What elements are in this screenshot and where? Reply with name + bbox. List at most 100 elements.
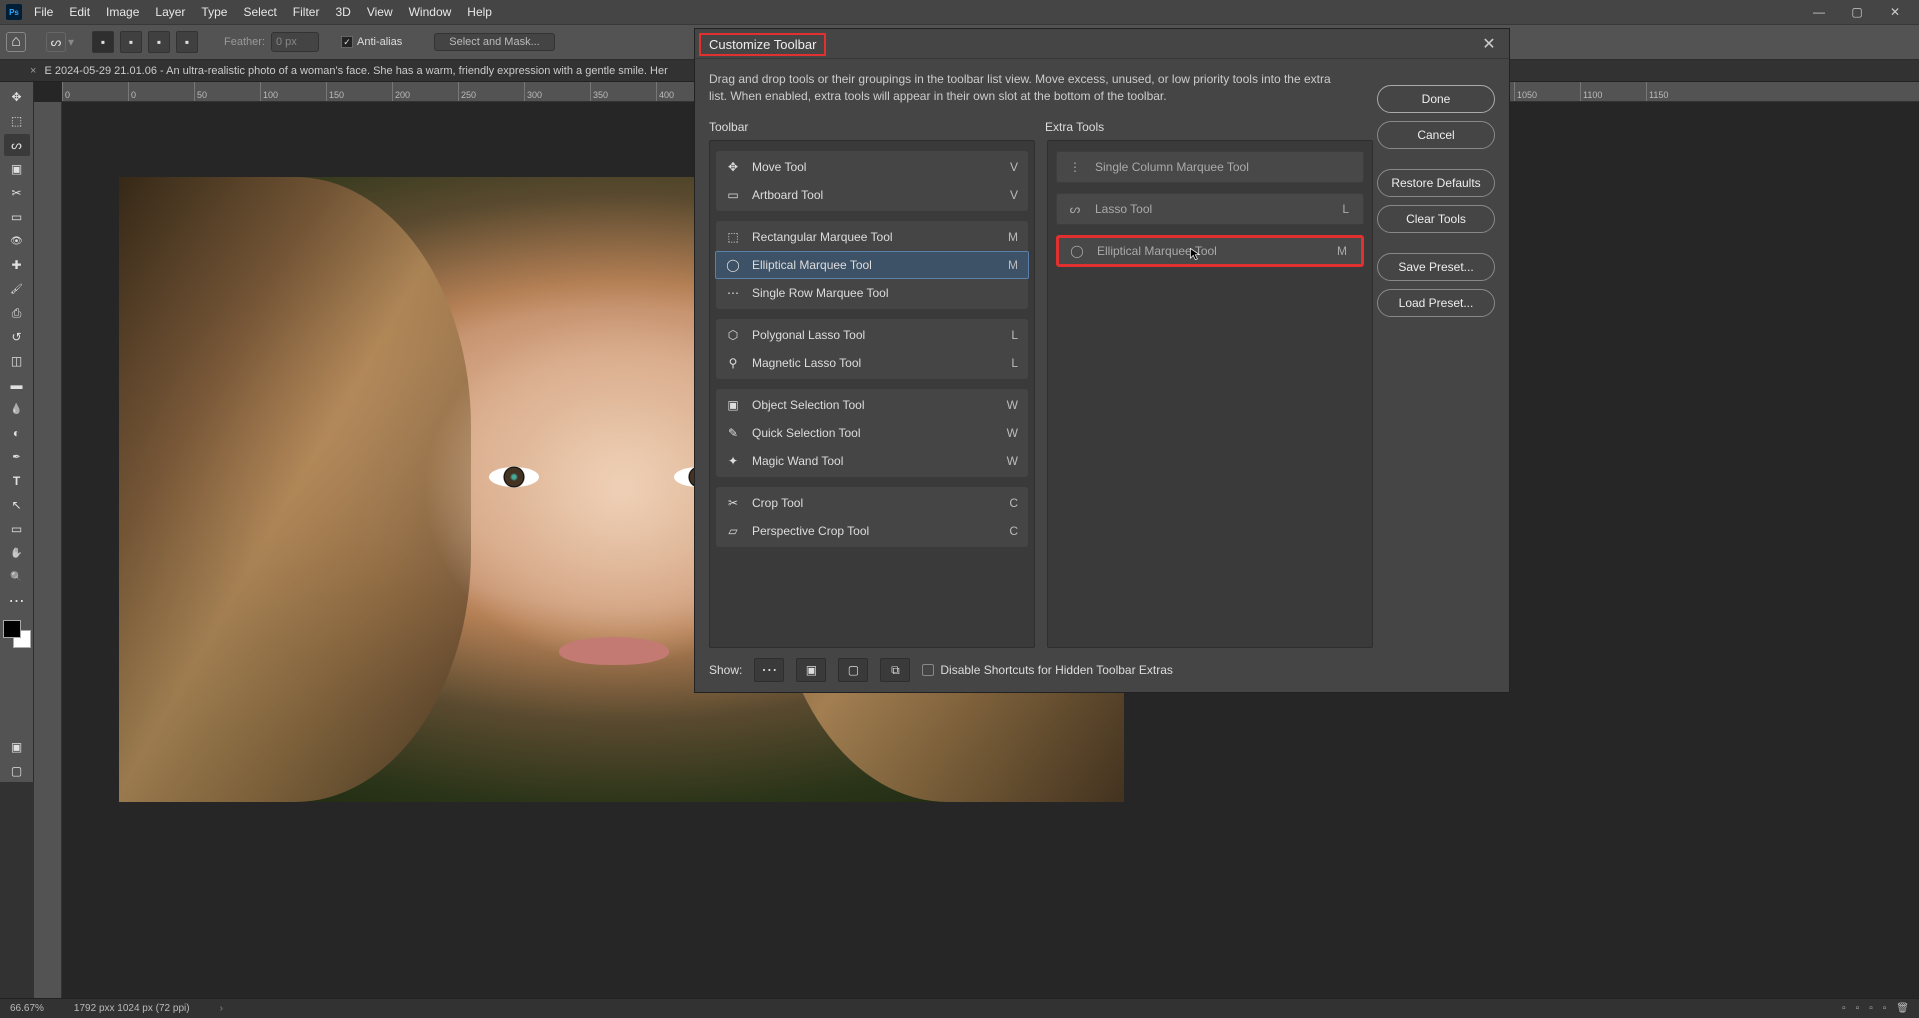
- ellm-icon: [724, 256, 742, 274]
- show-screenmode-button[interactable]: ▢: [838, 658, 868, 682]
- tool-heal[interactable]: ✚: [4, 254, 30, 276]
- status-icon[interactable]: ▫: [1842, 1003, 1846, 1014]
- menu-window[interactable]: Window: [401, 0, 460, 24]
- screen-mode-button[interactable]: ▢: [4, 760, 30, 782]
- menu-3d[interactable]: 3D: [327, 0, 358, 24]
- tool-row-crop-tool[interactable]: Crop ToolC: [716, 489, 1028, 517]
- tool-stamp[interactable]: [4, 302, 30, 324]
- toolbar-list[interactable]: Move ToolVArtboard ToolV Rectangular Marq…: [709, 140, 1035, 648]
- tool-label: Quick Selection Tool: [752, 426, 997, 440]
- tool-edit-toolbar[interactable]: [4, 590, 30, 612]
- done-button[interactable]: Done: [1377, 85, 1495, 113]
- tool-row-single-row-marquee-tool[interactable]: Single Row Marquee Tool: [716, 279, 1028, 307]
- menu-layer[interactable]: Layer: [147, 0, 193, 24]
- selection-add-button[interactable]: ▪: [120, 31, 142, 53]
- tool-move[interactable]: [4, 86, 30, 108]
- tool-eyedropper[interactable]: [4, 230, 30, 252]
- status-icon[interactable]: ▫: [1856, 1003, 1860, 1014]
- selection-subtract-button[interactable]: ▪: [148, 31, 170, 53]
- tab-close-icon[interactable]: ×: [30, 65, 36, 77]
- color-swatch[interactable]: [3, 620, 31, 648]
- tool-lasso[interactable]: [4, 134, 30, 156]
- doc-info[interactable]: 1792 pxx 1024 px (72 ppi): [74, 1003, 190, 1014]
- ruler-mark: 100: [260, 82, 326, 102]
- menu-file[interactable]: File: [26, 0, 61, 24]
- tool-shortcut: V: [1010, 188, 1018, 202]
- tool-row-object-selection-tool[interactable]: Object Selection ToolW: [716, 391, 1028, 419]
- extra-row-single-column-marquee-tool[interactable]: Single Column Marquee Tool: [1056, 151, 1364, 183]
- select-and-mask-button[interactable]: Select and Mask...: [434, 33, 555, 51]
- tool-history-brush[interactable]: ↺: [4, 326, 30, 348]
- tool-row-polygonal-lasso-tool[interactable]: Polygonal Lasso ToolL: [716, 321, 1028, 349]
- tool-gradient[interactable]: [4, 374, 30, 396]
- tool-row-rectangular-marquee-tool[interactable]: Rectangular Marquee ToolM: [716, 223, 1028, 251]
- menu-type[interactable]: Type: [193, 0, 235, 24]
- tool-brush[interactable]: [4, 278, 30, 300]
- image-content: [559, 637, 669, 665]
- tool-row-artboard-tool[interactable]: Artboard ToolV: [716, 181, 1028, 209]
- tool-frame[interactable]: ▭: [4, 206, 30, 228]
- cancel-button[interactable]: Cancel: [1377, 121, 1495, 149]
- tool-object-select[interactable]: [4, 158, 30, 180]
- selection-new-button[interactable]: ▪: [92, 31, 114, 53]
- zoom-level[interactable]: 66.67%: [10, 1003, 44, 1014]
- maximize-button[interactable]: ▢: [1839, 0, 1875, 24]
- tool-blur[interactable]: [4, 398, 30, 420]
- tool-dodge[interactable]: ◐: [4, 422, 30, 444]
- extra-row-elliptical-marquee-tool[interactable]: Elliptical Marquee ToolM: [1056, 235, 1364, 267]
- active-tool-icon[interactable]: [46, 32, 66, 52]
- foreground-color-swatch[interactable]: [3, 620, 21, 638]
- extra-tools-list[interactable]: Single Column Marquee Tool Lasso ToolL Ell…: [1047, 140, 1373, 648]
- tool-group[interactable]: Crop ToolCPerspective Crop ToolC: [716, 487, 1028, 547]
- tool-type[interactable]: [4, 470, 30, 492]
- menu-edit[interactable]: Edit: [61, 0, 98, 24]
- show-overflow-button[interactable]: [754, 658, 784, 682]
- tool-row-perspective-crop-tool[interactable]: Perspective Crop ToolC: [716, 517, 1028, 545]
- dialog-close-button[interactable]: ✕: [1479, 34, 1499, 54]
- tool-zoom[interactable]: [4, 566, 30, 588]
- antialias-checkbox[interactable]: ✓ Anti-alias: [341, 36, 402, 48]
- tool-eraser[interactable]: [4, 350, 30, 372]
- restore-defaults-button[interactable]: Restore Defaults: [1377, 169, 1495, 197]
- clear-tools-button[interactable]: Clear Tools: [1377, 205, 1495, 233]
- tool-shape[interactable]: [4, 518, 30, 540]
- home-button[interactable]: [6, 32, 26, 52]
- menu-help[interactable]: Help: [459, 0, 500, 24]
- status-icon[interactable]: ▫: [1869, 1003, 1873, 1014]
- disable-shortcuts-checkbox[interactable]: Disable Shortcuts for Hidden Toolbar Ext…: [922, 663, 1173, 677]
- tool-group[interactable]: Object Selection ToolWQuick Selection To…: [716, 389, 1028, 477]
- show-screenmode2-button[interactable]: ⧉: [880, 658, 910, 682]
- tool-marquee[interactable]: [4, 110, 30, 132]
- tool-group[interactable]: Polygonal Lasso ToolLMagnetic Lasso Tool…: [716, 319, 1028, 379]
- minimize-button[interactable]: —: [1801, 0, 1837, 24]
- tool-path-select[interactable]: [4, 494, 30, 516]
- ruler-mark: 50: [194, 82, 260, 102]
- menu-filter[interactable]: Filter: [285, 0, 328, 24]
- document-tab-title[interactable]: E 2024-05-29 21.01.06 - An ultra-realist…: [44, 65, 667, 77]
- close-window-button[interactable]: ✕: [1877, 0, 1913, 24]
- selection-intersect-button[interactable]: ▪: [176, 31, 198, 53]
- extra-row-lasso-tool[interactable]: Lasso ToolL: [1056, 193, 1364, 225]
- tool-row-magic-wand-tool[interactable]: Magic Wand ToolW: [716, 447, 1028, 475]
- tool-row-elliptical-marquee-tool[interactable]: Elliptical Marquee ToolM: [715, 251, 1029, 279]
- quick-mask-button[interactable]: ▣: [4, 736, 30, 758]
- tool-group[interactable]: Move ToolVArtboard ToolV: [716, 151, 1028, 211]
- menu-select[interactable]: Select: [235, 0, 284, 24]
- status-icon[interactable]: ▫: [1883, 1003, 1887, 1014]
- tool-hand[interactable]: [4, 542, 30, 564]
- tool-row-magnetic-lasso-tool[interactable]: Magnetic Lasso ToolL: [716, 349, 1028, 377]
- tool-row-move-tool[interactable]: Move ToolV: [716, 153, 1028, 181]
- load-preset-button[interactable]: Load Preset...: [1377, 289, 1495, 317]
- menu-image[interactable]: Image: [98, 0, 147, 24]
- feather-input[interactable]: [271, 32, 319, 52]
- tool-pen[interactable]: [4, 446, 30, 468]
- tool-group[interactable]: Rectangular Marquee ToolMElliptical Marq…: [716, 221, 1028, 309]
- show-label: Show:: [709, 663, 742, 677]
- mag-icon: [724, 354, 742, 372]
- tool-row-quick-selection-tool[interactable]: Quick Selection ToolW: [716, 419, 1028, 447]
- show-quickmask-button[interactable]: ▣: [796, 658, 826, 682]
- status-icon[interactable]: 🗑: [1896, 1003, 1909, 1014]
- save-preset-button[interactable]: Save Preset...: [1377, 253, 1495, 281]
- tool-crop[interactable]: [4, 182, 30, 204]
- menu-view[interactable]: View: [359, 0, 401, 24]
